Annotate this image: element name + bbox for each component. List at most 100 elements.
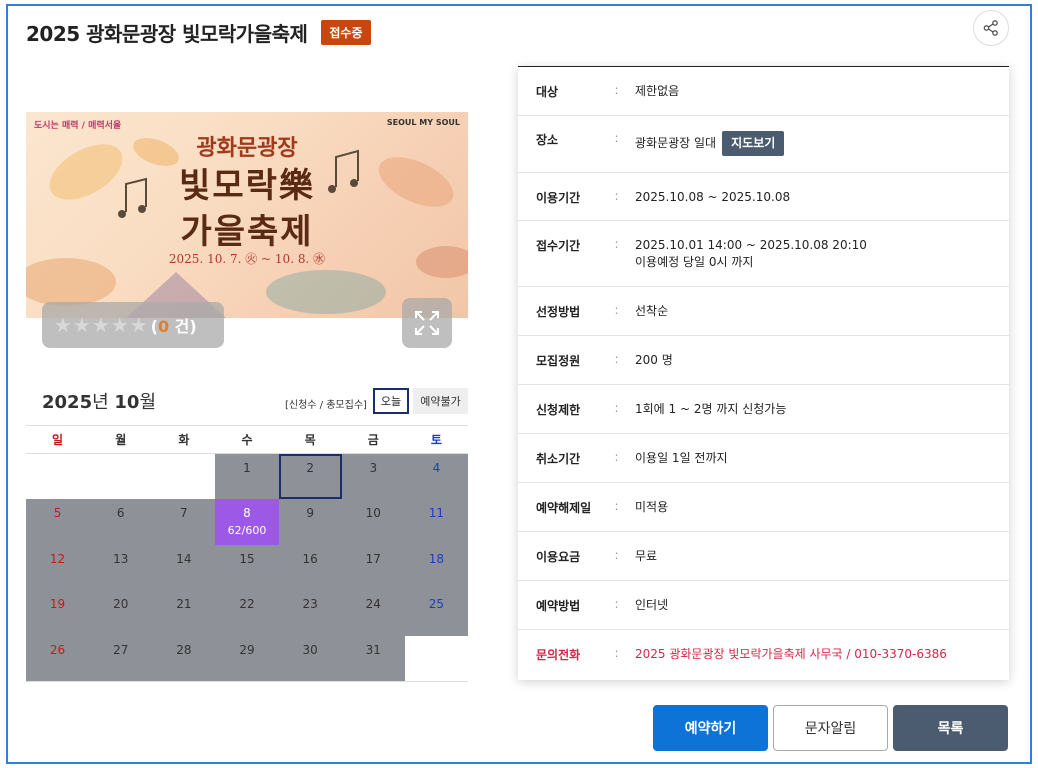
calendar-legend: [신청수 / 총모집수] [285,400,367,411]
calendar-empty-cell [89,453,153,500]
calendar-day: 20 [89,590,153,636]
rating-open: ( [150,317,158,336]
info-label: 접수기간 [536,239,581,253]
calendar-day: 5 [26,499,90,545]
info-row-cancel: 취소기간 : 이용일 1일 전까지 [518,434,1009,483]
calendar-day: 21 [152,590,216,636]
info-label: 장소 [536,133,559,147]
reserve-button[interactable]: 예약하기 [653,705,768,751]
expand-icon [415,311,439,335]
calendar-day: 3 [341,453,405,500]
calendar-day: 17 [341,544,405,591]
calendar-day: 11 [404,499,468,545]
share-button[interactable] [973,10,1009,46]
info-colon: : [614,499,619,513]
info-label: 선정방법 [536,305,581,319]
info-row-contact: 문의전화 : 2025 광화문광장 빛모락가을축제 사무국 / 010-3370… [518,630,1009,679]
info-label: 문의전화 [536,648,581,662]
info-colon: : [614,352,619,366]
info-value: 200 명 [635,353,673,367]
info-label: 이용요금 [536,550,581,564]
calendar-month-title: 2025년 10월 [42,388,156,414]
calendar-year: 2025 [42,392,93,413]
info-row-target: 대상 : 제한없음 [518,67,1009,116]
info-colon: : [614,83,619,97]
poster-logo-right: SEOUL MY SOUL [386,118,460,127]
calendar-week: 26 27 28 29 30 31 [26,635,468,682]
info-colon: : [614,189,619,203]
info-value: 무료 [635,549,658,563]
map-view-button[interactable]: 지도보기 [722,131,785,156]
calendar-year-suffix: 년 [92,392,115,413]
calendar-unavailable-legend: 예약불가 [413,388,468,414]
info-value: 인터넷 [635,598,669,612]
poster-line-3: 가을축제 [180,212,314,252]
calendar-day: 26 [26,635,90,682]
info-value: 2025.10.08 ~ 2025.10.08 [635,190,791,204]
info-label: 모집정원 [536,354,581,368]
info-row-limit: 신청제한 : 1회에 1 ~ 2명 까지 신청가능 [518,385,1009,434]
calendar-day: 27 [89,635,153,682]
weekday-thu: 목 [278,425,342,454]
calendar-empty-cell [152,453,216,500]
info-value: 이용일 1일 전까지 [635,451,728,465]
calendar-day: 1 [215,453,279,500]
calendar-day: 13 [89,544,153,591]
info-row-fee: 이용요금 : 무료 [518,532,1009,581]
info-value-wrap: 광화문광장 일대 지도보기 [635,131,1009,156]
calendar-week: 19 20 21 22 23 24 25 [26,590,468,636]
info-colon: : [614,450,619,464]
calendar-day: 4 [404,453,468,500]
contact-phone-link[interactable]: 2025 광화문광장 빛모락가을축제 사무국 / 010-3370-6386 [635,646,1009,663]
calendar-week: 5 6 7 8 62/600 9 10 11 [26,499,468,545]
calendar-day: 6 [89,499,153,545]
status-badge: 접수중 [321,20,371,45]
calendar-day: 16 [278,544,342,591]
calendar-day-today: 2 [278,453,342,500]
info-colon: : [614,548,619,562]
info-row-application-period: 접수기간 : 2025.10.01 14:00 ~ 2025.10.08 20:… [518,221,1009,287]
sms-alert-button[interactable]: 문자알림 [773,705,888,751]
info-value: 2025.10.01 14:00 ~ 2025.10.08 20:10 [635,238,867,252]
poster-date: 2025. 10. 7. ㊋ ~ 10. 8. ㊌ [168,252,326,266]
info-row-capacity: 모집정원 : 200 명 [518,336,1009,385]
calendar-month-suffix: 월 [139,392,157,413]
page-title: 2025 광화문광장 빛모락가을축제 [26,22,308,46]
calendar-day: 9 [278,499,342,545]
calendar-empty-cell [26,453,90,500]
list-button[interactable]: 목록 [893,705,1008,751]
calendar-day: 24 [341,590,405,636]
expand-image-button[interactable] [402,298,452,348]
weekday-fri: 금 [341,425,405,454]
calendar-day: 7 [152,499,216,545]
calendar-week: 12 13 14 15 16 17 18 [26,544,468,591]
share-icon [983,20,998,36]
info-label: 취소기간 [536,452,581,466]
weekday-mon: 월 [89,425,153,454]
calendar-day: 22 [215,590,279,636]
calendar-day: 28 [152,635,216,682]
info-value: 선착순 [635,304,669,318]
calendar-today-legend: 오늘 [373,388,409,414]
calendar-month: 10 [114,392,140,413]
calendar-day: 31 [341,635,405,682]
calendar-day: 18 [404,544,468,591]
calendar-day: 19 [26,590,90,636]
info-colon: : [614,646,619,660]
calendar-day: 30 [278,635,342,682]
info-row-selection: 선정방법 : 선착순 [518,287,1009,336]
info-colon: : [614,303,619,317]
calendar-grid: 일 월 화 수 목 금 토 1 2 3 4 5 6 7 8 62/600 9 10… [26,425,468,682]
calendar-day: 25 [404,590,468,636]
calendar-day-number: 8 [243,506,251,521]
calendar-day-selected[interactable]: 8 62/600 [215,499,279,545]
rating-number: 0 [157,317,170,336]
calendar-empty-cell [404,635,468,682]
info-value: 미적용 [635,500,669,514]
info-colon: : [614,597,619,611]
poster-line-2: 빛모락樂 [179,166,315,206]
calendar-day: 23 [278,590,342,636]
calendar-weekday-row: 일 월 화 수 목 금 토 [26,425,468,454]
info-label: 예약방법 [536,599,581,613]
rating-unit: 건) [169,317,197,336]
